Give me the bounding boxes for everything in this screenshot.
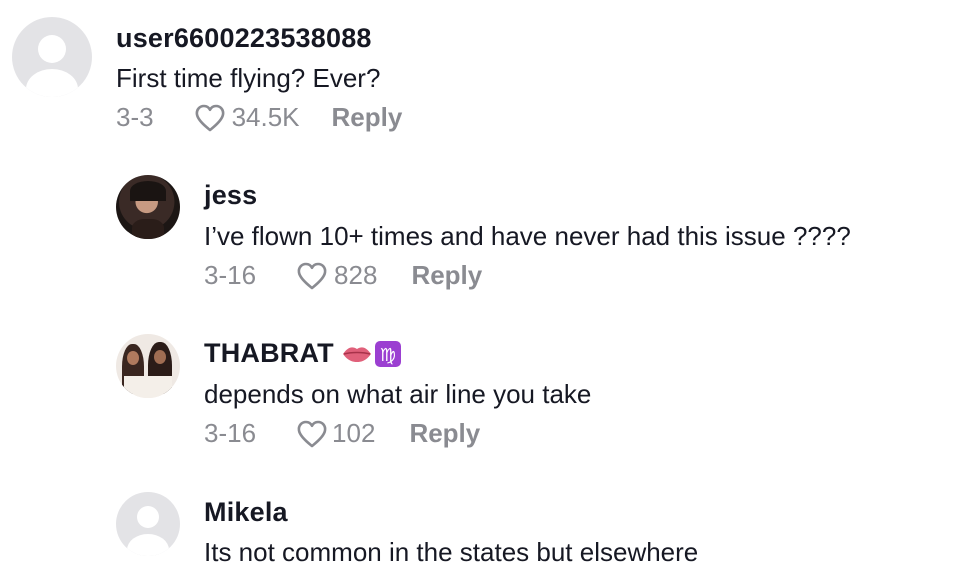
reply-button[interactable]: Reply bbox=[332, 102, 403, 133]
virgo-emoji: ♍ bbox=[374, 340, 402, 368]
svg-text:♍: ♍ bbox=[380, 345, 396, 366]
comment-text: depends on what air line you take bbox=[204, 379, 592, 409]
like-count: 828 bbox=[334, 260, 378, 290]
comment-text: Its not common in the states but elsewhe… bbox=[204, 537, 699, 567]
comment-text: I’ve flown 10+ times and have never had … bbox=[204, 221, 851, 251]
reply-button[interactable]: Reply bbox=[411, 260, 482, 291]
default-avatar[interactable] bbox=[12, 17, 92, 97]
comment-meta: 3-16 828 Reply bbox=[204, 260, 482, 291]
comment-date: 3-16 bbox=[204, 260, 257, 290]
like-count: 102 bbox=[332, 418, 376, 448]
comment-username[interactable]: THABRAT ♍ bbox=[204, 338, 402, 369]
like-button[interactable]: 102 bbox=[296, 418, 375, 449]
default-avatar[interactable] bbox=[116, 492, 180, 556]
comment-date: 3-16 bbox=[204, 418, 257, 448]
reply-button[interactable]: Reply bbox=[409, 418, 480, 449]
comment-meta: 3-3 34.5K Reply bbox=[116, 102, 402, 133]
comment-meta: 3-16 102 Reply bbox=[204, 418, 480, 449]
lips-emoji bbox=[342, 344, 372, 364]
like-button[interactable]: 34.5K bbox=[194, 102, 300, 133]
comment-username[interactable]: Mikela bbox=[204, 497, 288, 528]
like-count: 34.5K bbox=[231, 102, 300, 132]
like-button[interactable]: 828 bbox=[296, 260, 377, 291]
username-text: THABRAT bbox=[204, 338, 334, 368]
heart-icon bbox=[297, 262, 327, 289]
comment-username[interactable]: user6600223538088 bbox=[116, 23, 372, 54]
comment-text: First time flying? Ever? bbox=[116, 63, 381, 93]
heart-icon bbox=[297, 420, 327, 447]
user-avatar[interactable] bbox=[116, 175, 180, 239]
comment-date: 3-3 bbox=[116, 102, 154, 132]
comment-username[interactable]: jess bbox=[204, 180, 257, 211]
user-avatar[interactable] bbox=[116, 334, 180, 398]
heart-icon bbox=[195, 104, 224, 131]
